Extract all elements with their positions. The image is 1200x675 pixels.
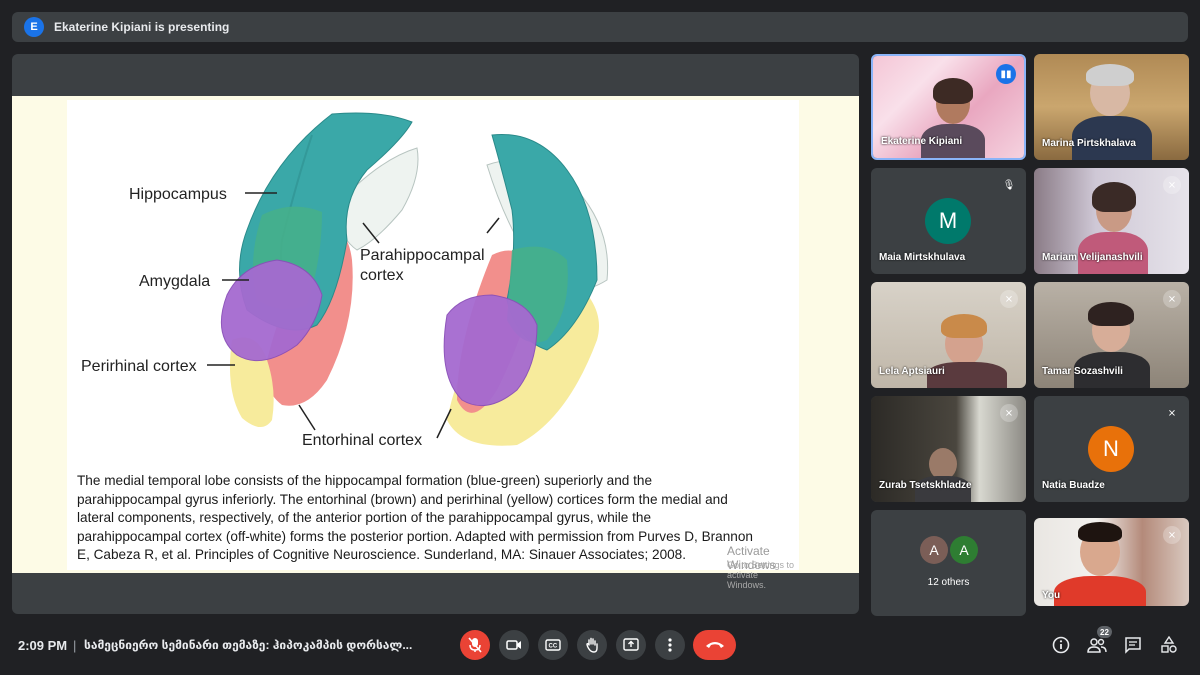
- camera-icon: [506, 640, 521, 650]
- label-hippocampus: Hippocampus: [129, 186, 227, 203]
- meeting-time: 2:09 PM: [18, 638, 68, 653]
- caption-line: parahippocampal cortex (off-white) forms…: [77, 528, 753, 544]
- participant-name: Maia Mirtskhulava: [879, 252, 966, 263]
- presenting-text: Ekaterine Kipiani is presenting: [54, 20, 230, 34]
- mic-muted-icon: ⨯: [1163, 176, 1181, 194]
- present-icon: [623, 638, 639, 651]
- raise-hand-icon: [586, 637, 598, 653]
- end-call-icon: [705, 642, 724, 648]
- mic-muted-icon: ⨯: [1163, 526, 1181, 544]
- participant-tile-marina[interactable]: Marina Pirtskhalava: [1034, 54, 1189, 160]
- others-count: 12 others: [927, 577, 970, 588]
- participant-name: Zurab Tsetskhladze: [879, 480, 972, 491]
- avatar: N: [1088, 426, 1134, 472]
- medial-temporal-lobe-figure: Hippocampus Parahippocampal cortex Amygd…: [81, 112, 609, 449]
- caption-line: lateral components, respectively, of the…: [77, 510, 652, 526]
- end-call-button[interactable]: [693, 630, 736, 660]
- participant-tile-natia[interactable]: N ⨯ Natia Buadze: [1034, 396, 1189, 502]
- slide-caption: The medial temporal lobe consists of the…: [77, 472, 792, 565]
- activities-button[interactable]: [1158, 634, 1180, 656]
- participant-count-badge: 22: [1097, 626, 1112, 638]
- participant-tile-lela[interactable]: ⨯ Lela Aptsiauri: [871, 282, 1026, 388]
- mic-muted-icon: ⨯: [1000, 290, 1018, 308]
- mic-toggle-button[interactable]: [460, 630, 490, 660]
- svg-text:CC: CC: [549, 644, 558, 650]
- participant-name: Ekaterine Kipiani: [881, 136, 963, 147]
- participant-tile-mariam[interactable]: ⨯ Mariam Velijanashvili: [1034, 168, 1189, 274]
- participant-tile-ekaterine[interactable]: ▮▮ Ekaterine Kipiani: [871, 54, 1026, 160]
- mic-muted-icon: ⨯: [1000, 404, 1018, 422]
- others-tile[interactable]: A A 12 others: [871, 510, 1026, 616]
- presentation-stage: Hippocampus Parahippocampal cortex Amygd…: [12, 54, 859, 614]
- captions-button[interactable]: CC: [538, 630, 568, 660]
- meeting-title: სამეცნიერო სემინარი თემაზე: ჰიპოკამპის დ…: [84, 638, 413, 652]
- avatar: M: [925, 198, 971, 244]
- camera-toggle-button[interactable]: [499, 630, 529, 660]
- raise-hand-button[interactable]: [577, 630, 607, 660]
- slide-content: Hippocampus Parahippocampal cortex Amygd…: [67, 100, 799, 590]
- info-icon: [1052, 636, 1070, 654]
- avatar: A: [920, 536, 948, 564]
- bottom-control-bar: 2:09 PM | სამეცნიერო სემინარი თემაზე: ჰი…: [0, 620, 1200, 675]
- caption-line: E, Cabeza R, et al. Principles of Cognit…: [77, 547, 687, 563]
- label-entorhinal: Entorhinal cortex: [302, 432, 422, 449]
- people-icon: [1087, 638, 1107, 653]
- participant-tile-zurab[interactable]: ⨯ Zurab Tsetskhladze: [871, 396, 1026, 502]
- captions-icon: CC: [545, 639, 561, 651]
- caption-line: parahippocampal gyrus inferiorly. The en…: [77, 491, 728, 507]
- label-perirhinal: Perirhinal cortex: [81, 358, 197, 375]
- speaking-indicator-icon: ▮▮: [996, 64, 1016, 84]
- avatar: A: [950, 536, 978, 564]
- label-parahippocampal-cortex: cortex: [360, 267, 404, 284]
- mic-muted-icon: ⨯: [1167, 407, 1177, 419]
- participant-name: Natia Buadze: [1042, 480, 1105, 491]
- label-parahippocampal: Parahippocampal: [360, 247, 485, 264]
- participant-name: Marina Pirtskhalava: [1042, 138, 1136, 149]
- activities-icon: [1161, 636, 1177, 653]
- more-options-icon: [668, 638, 672, 652]
- activate-windows-subtext: Go to Settings to activate Windows.: [727, 560, 795, 590]
- shared-slide: Hippocampus Parahippocampal cortex Amygd…: [12, 96, 859, 590]
- participant-tile-maia[interactable]: M 🎙︎ Maia Mirtskhulava: [871, 168, 1026, 274]
- self-view-tile[interactable]: ⨯ You: [1034, 518, 1189, 606]
- mic-muted-icon: ⨯: [1163, 290, 1181, 308]
- mic-muted-icon: 🎙︎: [1002, 179, 1016, 191]
- participant-name: Mariam Velijanashvili: [1042, 252, 1143, 263]
- right-structure: [443, 133, 609, 446]
- participant-tile-tamar[interactable]: ⨯ Tamar Sozashvili: [1034, 282, 1189, 388]
- present-now-button[interactable]: [616, 630, 646, 660]
- meeting-info-button[interactable]: [1050, 634, 1072, 656]
- separator: |: [73, 638, 77, 653]
- participant-name: Lela Aptsiauri: [879, 366, 945, 377]
- participant-name: You: [1042, 590, 1061, 601]
- caption-line: The medial temporal lobe consists of the…: [77, 473, 653, 488]
- mic-off-icon: [468, 637, 482, 653]
- chat-button[interactable]: [1122, 634, 1144, 656]
- more-options-button[interactable]: [655, 630, 685, 660]
- label-amygdala: Amygdala: [139, 273, 210, 290]
- presenter-badge: E: [24, 17, 44, 37]
- chat-icon: [1125, 637, 1141, 654]
- presenting-banner: E Ekaterine Kipiani is presenting: [12, 12, 1188, 42]
- participant-name: Tamar Sozashvili: [1042, 366, 1123, 377]
